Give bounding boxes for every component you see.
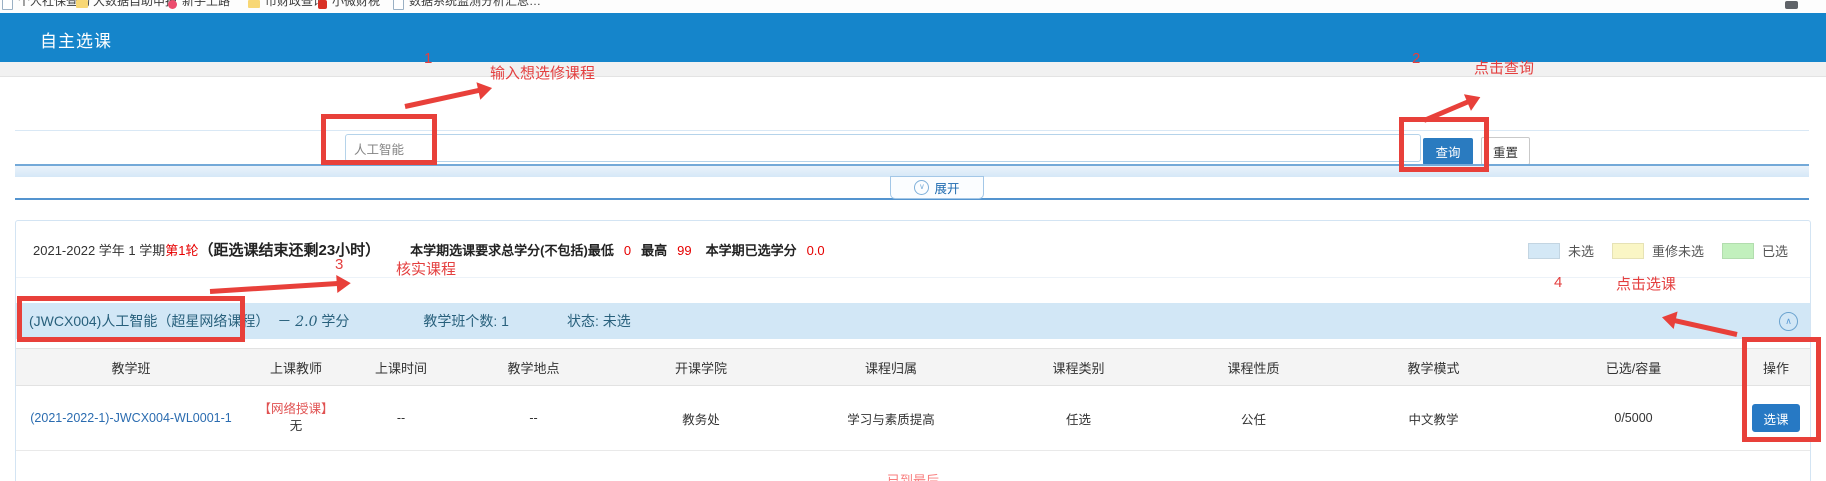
course-group-header[interactable]: (JWCX004)人工智能（超星网络课程） － 2.0 学分 教学班个数: 1 … — [16, 303, 1810, 339]
bookmark-label: 小微财税 — [332, 0, 380, 13]
annotation-step1-number: 1 — [424, 50, 432, 67]
col-teacher: 上课教师 — [246, 349, 346, 386]
selected-credit-label: 本学期已选学分 — [706, 240, 797, 259]
cell-class-code: (2021-2022-1)-JWCX004-WL0001-1 — [16, 386, 246, 451]
bookmark-item[interactable]: 小微财税 — [318, 0, 380, 13]
col-category: 课程类别 — [991, 349, 1166, 386]
annotation-step2-number: 2 — [1412, 50, 1420, 67]
cell-capacity: 0/5000 — [1526, 386, 1741, 451]
red-square-icon — [318, 0, 327, 9]
header-sub-bar — [0, 62, 1826, 77]
devices-icon[interactable] — [1785, 1, 1798, 9]
course-credit-unit: 学分 — [321, 313, 349, 329]
page-icon — [2, 0, 13, 10]
divider — [16, 277, 1810, 278]
bookmarks-bar: 个人社保查询 大数据自助申报 新手上路 市财政查询 小微财税 数据系统监测分析汇… — [0, 0, 1826, 13]
annotation-arrow-1 — [404, 88, 479, 109]
cell-place: -- — [456, 386, 611, 451]
col-time: 上课时间 — [346, 349, 456, 386]
chevron-up-circle-icon[interactable]: ∧ — [1779, 312, 1798, 331]
semester-term: 2021-2022 学年 1 学期 — [33, 240, 165, 259]
legend-swatch-retake — [1612, 243, 1644, 259]
red-dot-icon — [168, 0, 177, 9]
course-credit: － 2.0 学分 — [277, 311, 349, 331]
annotation-step2-label: 点击查询 — [1474, 57, 1534, 78]
cell-mode: 中文教学 — [1341, 386, 1526, 451]
semester-round: 第1轮 — [165, 240, 198, 259]
selected-credit-value: 0.0 — [807, 243, 825, 258]
bookmark-item[interactable]: 新手上路 — [168, 0, 230, 13]
chevron-down-circle-icon: ∨ — [914, 180, 929, 195]
course-credit-value: 2.0 — [295, 314, 317, 330]
col-class: 教学班 — [16, 349, 246, 386]
cell-belong: 学习与素质提高 — [791, 386, 991, 451]
bookmark-label: 新手上路 — [182, 0, 230, 13]
folder-icon — [248, 0, 260, 8]
bookmark-label: 市财政查询 — [265, 0, 325, 13]
teacher-name: 无 — [247, 418, 345, 435]
credit-max-label: 最高 — [641, 240, 667, 259]
course-search-input[interactable] — [345, 134, 1421, 162]
bookmark-label: 数据系统监测分析汇总… — [409, 0, 541, 13]
annotation-step3-number: 3 — [335, 256, 343, 273]
col-mode: 教学模式 — [1341, 349, 1526, 386]
legend-item-retake: 重修未选 — [1612, 241, 1704, 260]
cell-time: -- — [346, 386, 456, 451]
folder-icon — [76, 0, 88, 8]
class-count: 教学班个数: 1 — [423, 311, 509, 331]
legend-item-unselected: 未选 — [1528, 241, 1594, 260]
cell-category: 任选 — [991, 386, 1166, 451]
page-title: 自主选课 — [40, 27, 112, 52]
semester-info-row: 2021-2022 学年 1 学期 第1轮 （距选课结束还剩23小时） 本学期选… — [33, 239, 825, 260]
legend-label: 未选 — [1568, 241, 1594, 260]
cell-teacher: 【网络授课】 无 — [246, 386, 346, 451]
annotation-rect-query-button — [1399, 117, 1489, 172]
legend-swatch-selected — [1722, 243, 1754, 259]
annotation-rect-course-title — [17, 296, 245, 342]
class-code-link[interactable]: (2021-2022-1)-JWCX004-WL0001-1 — [30, 411, 231, 425]
expand-toggle[interactable]: ∨ 展开 — [890, 176, 984, 199]
expand-label: 展开 — [934, 178, 959, 197]
cell-nature: 公任 — [1166, 386, 1341, 451]
online-teaching-tag: 【网络授课】 — [247, 401, 345, 418]
legend-item-selected: 已选 — [1722, 241, 1788, 260]
results-panel: 2021-2022 学年 1 学期 第1轮 （距选课结束还剩23小时） 本学期选… — [15, 220, 1811, 481]
table-row: (2021-2022-1)-JWCX004-WL0001-1 【网络授课】 无 … — [16, 386, 1811, 451]
col-place: 教学地点 — [456, 349, 611, 386]
cell-college: 教务处 — [611, 386, 791, 451]
class-table: 教学班 上课教师 上课时间 教学地点 开课学院 课程归属 课程类别 课程性质 教… — [16, 348, 1811, 451]
page-icon — [393, 0, 404, 10]
credit-min-value: 0 — [624, 243, 631, 258]
annotation-step4-number: 4 — [1554, 274, 1562, 291]
course-status: 状态: 未选 — [567, 311, 631, 331]
col-belong: 课程归属 — [791, 349, 991, 386]
bookmark-label: 大数据自助申报 — [93, 0, 177, 13]
legend-label: 重修未选 — [1652, 241, 1704, 260]
legend-label: 已选 — [1762, 241, 1788, 260]
credit-max-value: 99 — [677, 243, 691, 258]
app-header: 自主选课 — [0, 13, 1826, 62]
bookmark-item[interactable]: 大数据自助申报 — [76, 0, 177, 13]
col-capacity: 已选/容量 — [1526, 349, 1741, 386]
table-header-row: 教学班 上课教师 上课时间 教学地点 开课学院 课程归属 课程类别 课程性质 教… — [16, 349, 1811, 386]
annotation-step1-label: 输入想选修课程 — [490, 62, 595, 83]
selection-countdown: （距选课结束还剩23小时） — [198, 239, 380, 260]
status-legend: 未选 重修未选 已选 — [1528, 241, 1788, 260]
legend-swatch-unselected — [1528, 243, 1560, 259]
bookmark-item[interactable]: 市财政查询 — [248, 0, 325, 13]
col-nature: 课程性质 — [1166, 349, 1341, 386]
annotation-rect-search-input — [321, 114, 437, 165]
page: 个人社保查询 大数据自助申报 新手上路 市财政查询 小微财税 数据系统监测分析汇… — [0, 0, 1826, 481]
col-college: 开课学院 — [611, 349, 791, 386]
bookmark-item[interactable]: 数据系统监测分析汇总… — [393, 0, 541, 13]
annotation-step3-label: 核实课程 — [396, 258, 456, 279]
annotation-rect-select-button — [1742, 337, 1821, 442]
course-dash: － — [277, 313, 291, 329]
end-of-list-text: 已到最后 — [16, 470, 1810, 481]
annotation-step4-label: 点击选课 — [1616, 273, 1676, 294]
credit-req-label: 本学期选课要求总学分(不包括)最低 — [410, 240, 614, 259]
